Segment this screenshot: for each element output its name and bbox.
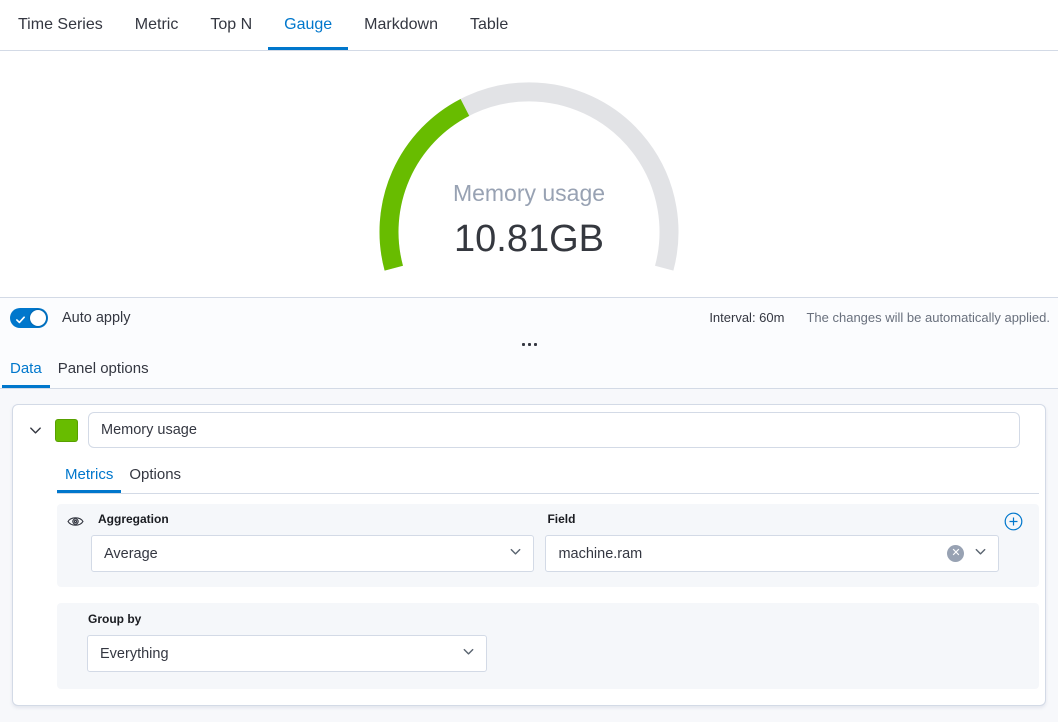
ellipsis-dots-icon xyxy=(522,343,525,346)
editor-area: Metrics Options Aggregation Average xyxy=(0,389,1058,722)
metric-row: Aggregation Average Field machine.ram ✕ xyxy=(57,504,1039,587)
auto-apply-label: Auto apply xyxy=(62,310,131,326)
group-by-select[interactable]: Everything xyxy=(87,635,487,672)
tab-table[interactable]: Table xyxy=(454,0,524,50)
series-color-swatch[interactable] xyxy=(55,419,78,442)
ellipsis-dots-icon xyxy=(528,343,531,346)
panel-resize-handle[interactable] xyxy=(0,337,1058,351)
gauge-value: 10.81GB xyxy=(454,218,604,260)
field-label: Field xyxy=(547,512,999,526)
series-editor-panel: Metrics Options Aggregation Average xyxy=(12,404,1046,706)
tab-markdown[interactable]: Markdown xyxy=(348,0,454,50)
auto-apply-toggle[interactable] xyxy=(10,308,48,328)
tab-metrics[interactable]: Metrics xyxy=(57,461,121,493)
visualization-type-tabs: Time Series Metric Top N Gauge Markdown … xyxy=(0,0,1058,51)
auto-apply-hint: The changes will be automatically applie… xyxy=(806,310,1050,325)
clear-field-icon[interactable]: ✕ xyxy=(947,545,964,562)
add-metric-button[interactable] xyxy=(1004,512,1023,531)
series-name-input[interactable] xyxy=(88,412,1020,448)
tab-metric[interactable]: Metric xyxy=(119,0,195,50)
aggregation-select[interactable]: Average xyxy=(91,535,534,572)
interval-text: Interval: 60m xyxy=(709,310,784,325)
aggregation-field-group: Aggregation Average xyxy=(91,512,534,572)
field-field-group: Field machine.ram ✕ xyxy=(545,512,999,572)
eye-icon[interactable] xyxy=(67,513,84,530)
tab-time-series[interactable]: Time Series xyxy=(2,0,119,50)
series-header xyxy=(13,412,1045,448)
chevron-down-icon[interactable] xyxy=(28,423,43,438)
tab-data[interactable]: Data xyxy=(2,351,50,388)
editor-tabs: Data Panel options xyxy=(0,351,1058,389)
tab-options[interactable]: Options xyxy=(121,461,189,493)
field-combobox[interactable]: machine.ram ✕ xyxy=(545,535,999,572)
chevron-down-icon xyxy=(973,544,988,563)
gauge-panel: Memory usage 10.81GB xyxy=(0,51,1058,297)
group-by-value: Everything xyxy=(100,646,169,662)
chevron-down-icon xyxy=(461,644,476,663)
aggregation-value: Average xyxy=(104,546,158,562)
field-value: machine.ram xyxy=(558,546,642,562)
tab-top-n[interactable]: Top N xyxy=(194,0,268,50)
ellipsis-dots-icon xyxy=(534,343,537,346)
group-by-row: Group by Everything xyxy=(57,603,1039,689)
aggregation-label: Aggregation xyxy=(98,512,534,526)
gauge-label: Memory usage xyxy=(453,180,605,206)
series-tabs: Metrics Options xyxy=(57,461,1039,494)
apply-bar: Auto apply Interval: 60m The changes wil… xyxy=(0,297,1058,337)
group-by-label: Group by xyxy=(88,612,1039,626)
tab-panel-options[interactable]: Panel options xyxy=(50,351,157,388)
apply-bar-status: Interval: 60m The changes will be automa… xyxy=(709,310,1050,325)
chevron-down-icon xyxy=(508,544,523,563)
tab-gauge[interactable]: Gauge xyxy=(268,0,348,50)
check-icon xyxy=(15,312,26,330)
toggle-knob xyxy=(30,310,46,326)
gauge-chart: Memory usage 10.81GB xyxy=(379,77,679,287)
